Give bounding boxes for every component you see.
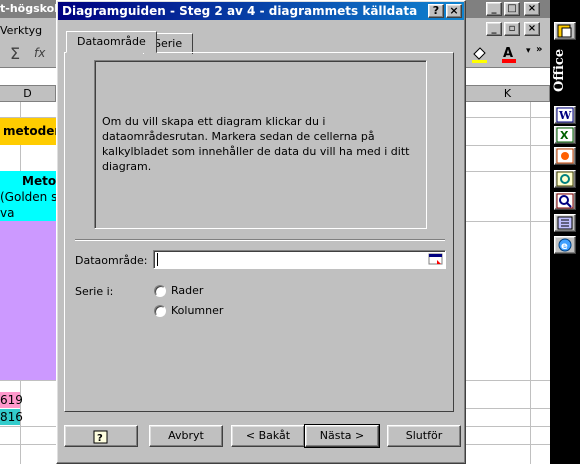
access-icon[interactable] xyxy=(554,192,576,210)
toolbar-more-icon[interactable]: » xyxy=(536,44,542,55)
workbook-restore-button[interactable]: ▫ xyxy=(504,22,520,36)
column-header-d[interactable]: D xyxy=(0,86,56,102)
column-header-k[interactable]: K xyxy=(466,86,550,102)
svg-text:e: e xyxy=(561,241,568,252)
dialog-title-bar[interactable]: Diagramguiden - Steg 2 av 4 - diagrammet… xyxy=(58,2,464,20)
menu-verktyg[interactable]: Verktyg xyxy=(0,24,42,37)
gridline xyxy=(466,426,550,427)
cell-text-golden: (Golden s xyxy=(0,190,58,204)
powerpoint-icon[interactable] xyxy=(554,147,576,165)
gridline xyxy=(466,117,550,118)
data-range-label: Dataområde: xyxy=(75,254,148,267)
cell-text-816: 816 xyxy=(0,410,23,424)
svg-text:?: ? xyxy=(97,433,103,444)
title-help-button[interactable]: ? xyxy=(428,4,444,18)
gridline xyxy=(466,380,550,381)
data-range-input[interactable] xyxy=(153,250,446,269)
gridline xyxy=(0,117,56,118)
word-icon[interactable]: W xyxy=(554,106,576,124)
outlook-icon[interactable] xyxy=(554,170,576,188)
gridline xyxy=(466,444,550,445)
tab-dataomrade[interactable]: Dataområde xyxy=(66,31,157,53)
excel-minimize-button[interactable]: _ xyxy=(486,2,502,16)
cell-text-619: 619 xyxy=(0,393,23,407)
workbook-close-button[interactable]: × xyxy=(524,22,540,36)
separator xyxy=(75,239,445,241)
collapse-dialog-icon[interactable] xyxy=(428,252,444,267)
gridline xyxy=(0,444,56,445)
cell-text-metoder: metoder xyxy=(3,124,61,138)
radio-rader-label[interactable]: Rader xyxy=(171,284,203,297)
cancel-button[interactable]: Avbryt xyxy=(149,425,223,447)
gridline xyxy=(530,102,531,464)
radio-kolumner-label[interactable]: Kolumner xyxy=(171,304,223,317)
instruction-text: Om du vill skapa ett diagram klickar du … xyxy=(102,115,410,173)
excel-title-text: t-högskol xyxy=(0,2,58,15)
toolbar-dropdown-icon[interactable]: ▾ xyxy=(526,46,531,56)
series-in-label: Serie i: xyxy=(75,285,114,298)
back-button[interactable]: < Bakåt xyxy=(231,425,305,447)
title-close-button[interactable]: × xyxy=(446,4,462,18)
gridline xyxy=(466,171,550,172)
fill-color-icon[interactable] xyxy=(470,44,490,64)
gridline xyxy=(466,221,550,222)
workbook-minimize-button[interactable]: _ xyxy=(486,22,502,36)
help-button[interactable]: ? xyxy=(64,425,138,447)
gridline xyxy=(466,145,550,146)
excel-icon[interactable]: X xyxy=(554,126,576,144)
autosum-icon[interactable]: Σ xyxy=(10,44,20,63)
cell-purple[interactable] xyxy=(0,221,56,380)
dialog-title: Diagramguiden - Steg 2 av 4 - diagrammet… xyxy=(62,4,418,18)
office-label: Office xyxy=(552,48,567,92)
cell-text-meto: Meto xyxy=(22,174,57,188)
radio-rader[interactable] xyxy=(154,285,166,297)
excel-maximize-button[interactable]: □ xyxy=(504,2,520,16)
binder-icon[interactable] xyxy=(554,214,576,232)
finish-button[interactable]: Slutför xyxy=(387,425,461,447)
svg-text:A: A xyxy=(503,46,513,61)
internet-explorer-icon[interactable]: e xyxy=(554,236,576,254)
office-menu-icon[interactable] xyxy=(554,22,576,40)
help-icon: ? xyxy=(93,430,108,444)
function-icon[interactable]: fx xyxy=(34,46,45,60)
excel-close-button[interactable]: × xyxy=(524,2,540,16)
gridline xyxy=(466,408,550,409)
radio-kolumner[interactable] xyxy=(154,305,166,317)
text-cursor xyxy=(157,253,158,266)
gridline xyxy=(0,380,56,381)
font-color-icon[interactable]: A xyxy=(500,44,522,64)
gridline xyxy=(0,426,56,427)
svg-text:X: X xyxy=(560,129,569,142)
sheet-right-area[interactable] xyxy=(466,102,550,464)
next-button[interactable]: Nästa > xyxy=(304,424,380,448)
cell-text-va: va xyxy=(0,206,15,220)
svg-text:W: W xyxy=(558,109,572,122)
